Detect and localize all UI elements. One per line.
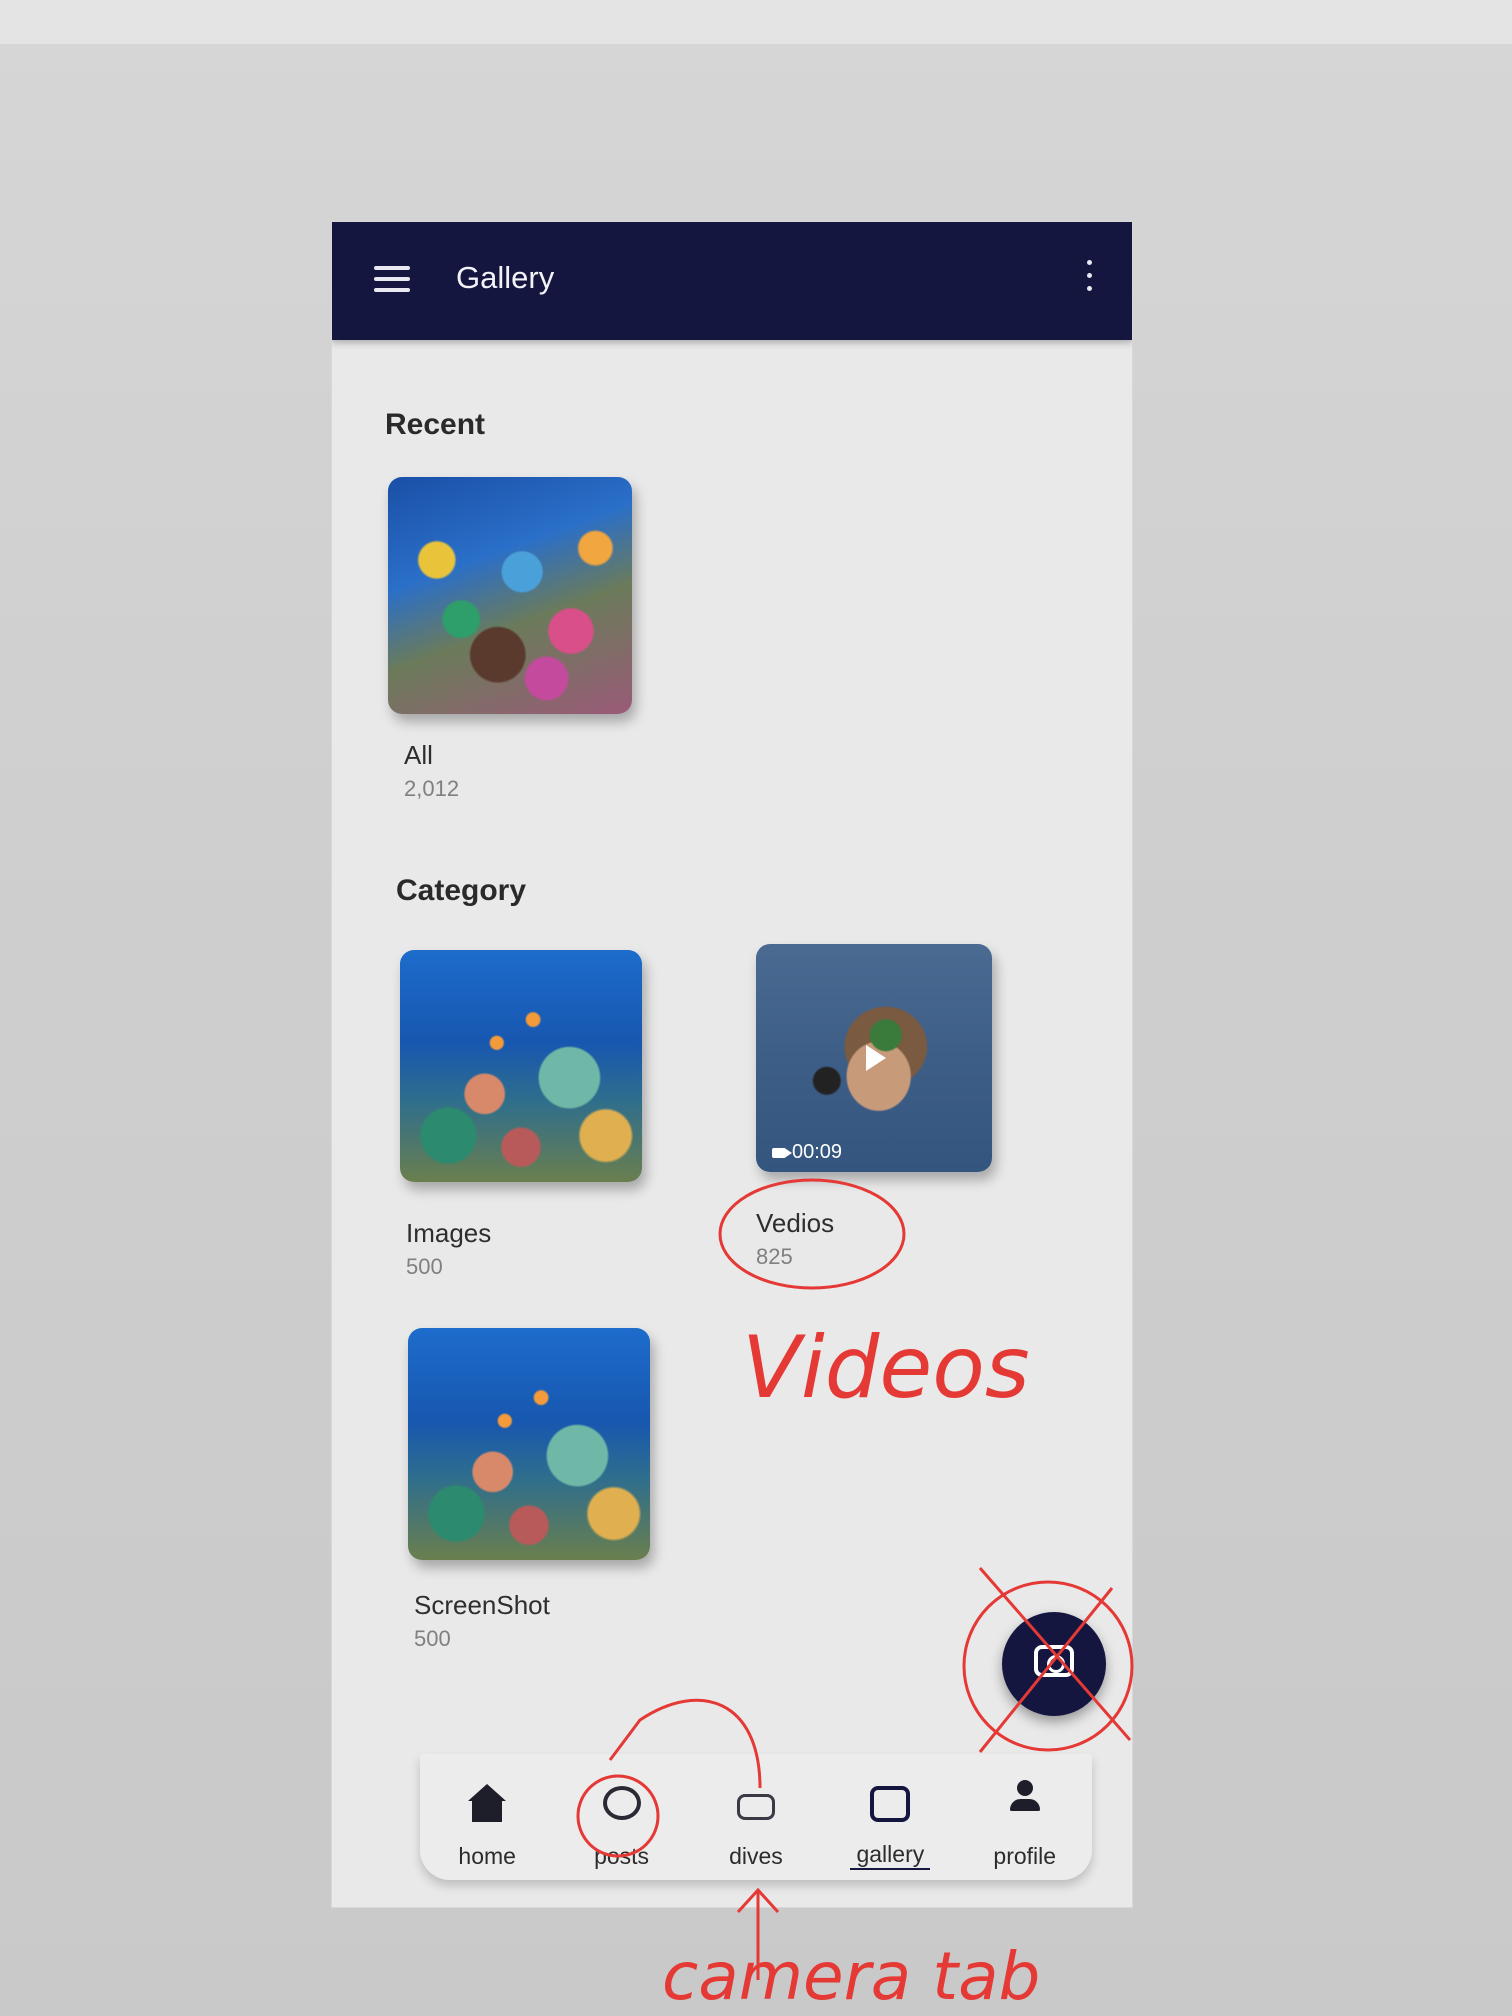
vertical-dots-icon[interactable] (1082, 252, 1096, 312)
nav-label: home (458, 1843, 516, 1869)
bottom-navigation: home posts dives gallery profile (420, 1754, 1092, 1880)
camera-tab-note: camera tab (662, 1938, 1041, 2015)
album-count: 825 (756, 1244, 793, 1269)
camera-fab[interactable] (1002, 1612, 1106, 1716)
category-heading: Category (396, 874, 527, 907)
album-thumb-screenshot[interactable] (408, 1328, 650, 1560)
videos-note: Videos (742, 1318, 1030, 1418)
album-name: ScreenShot (414, 1590, 550, 1620)
video-duration: 00:09 (772, 1141, 842, 1164)
gallery-icon (870, 1786, 911, 1822)
recent-heading: Recent (385, 408, 486, 441)
nav-gallery[interactable]: gallery (825, 1770, 955, 1880)
play-icon (866, 1045, 886, 1071)
home-icon (468, 1784, 507, 1822)
nav-label: posts (594, 1843, 650, 1869)
snorkel-icon (736, 1794, 775, 1820)
duration-label: 00:09 (792, 1141, 843, 1163)
album-thumb-all[interactable] (388, 477, 632, 714)
album-thumb-images[interactable] (400, 950, 642, 1182)
album-name: All (404, 740, 433, 770)
hamburger-menu-icon[interactable] (374, 266, 410, 294)
album-name: Vedios (756, 1208, 835, 1238)
album-name: Images (406, 1218, 492, 1248)
videocam-icon (772, 1147, 792, 1158)
nav-posts[interactable]: posts (557, 1770, 687, 1880)
person-icon (1009, 1780, 1040, 1816)
app-bar: Gallery (332, 222, 1132, 340)
monitor-bezel (0, 0, 1512, 44)
nav-profile[interactable]: profile (960, 1770, 1090, 1880)
nav-home[interactable]: home (422, 1770, 552, 1880)
album-count: 2,012 (404, 776, 460, 801)
camera-icon (1034, 1645, 1074, 1677)
app-title: Gallery (456, 260, 555, 295)
album-thumb-videos[interactable]: 00:09 (756, 944, 992, 1172)
nav-label: dives (729, 1843, 783, 1869)
album-count: 500 (414, 1626, 451, 1651)
nav-label: profile (993, 1843, 1057, 1869)
phone-screen: Gallery Recent All 2,012 Category Images… (332, 222, 1132, 1907)
posts-icon (602, 1786, 641, 1820)
nav-label: gallery (850, 1841, 931, 1870)
nav-dives[interactable]: dives (691, 1770, 821, 1880)
album-count: 500 (406, 1254, 443, 1279)
